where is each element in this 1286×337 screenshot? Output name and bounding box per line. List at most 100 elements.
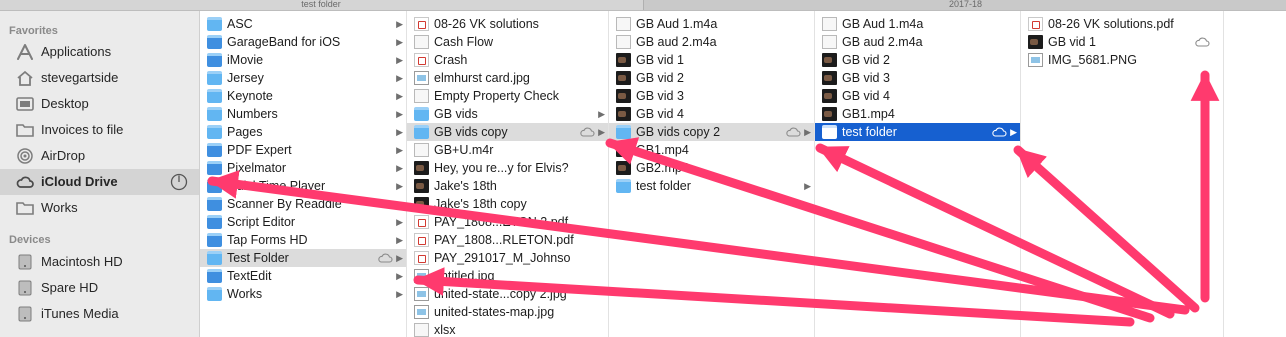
list-item[interactable]: GB vids ▶: [407, 105, 608, 123]
list-item[interactable]: GB vid 1: [1021, 33, 1223, 51]
app-folder-icon: [207, 161, 222, 175]
list-item[interactable]: Empty Property Check: [407, 87, 608, 105]
icloud-cloud-icon[interactable]: [1194, 36, 1210, 47]
file-name: Numbers: [227, 107, 278, 121]
sidebar-item-works[interactable]: Works: [0, 195, 199, 221]
list-item[interactable]: GB2.mp4: [609, 159, 814, 177]
list-item[interactable]: PAY_1808...RLETON.pdf: [407, 231, 608, 249]
list-item[interactable]: Jake's 18th copy: [407, 195, 608, 213]
file-name: Test Folder: [227, 251, 289, 265]
list-item[interactable]: Pages ▶: [200, 123, 406, 141]
video-icon: [616, 107, 631, 121]
chevron-right-icon: ▶: [396, 271, 403, 281]
list-item[interactable]: xlsx: [407, 321, 608, 337]
icloud-cloud-icon[interactable]: [991, 126, 1007, 137]
home-icon: [17, 70, 33, 86]
list-item[interactable]: united-state...copy 2.jpg: [407, 285, 608, 303]
folder-icon: [207, 71, 222, 85]
file-name: IMG_5681.PNG: [1048, 53, 1137, 67]
file-name: GarageBand for iOS: [227, 35, 341, 49]
list-item[interactable]: GB vid 4: [609, 105, 814, 123]
icloud-cloud-icon[interactable]: [579, 126, 595, 137]
list-item[interactable]: Keynote ▶: [200, 87, 406, 105]
tab-test-folder[interactable]: test folder: [0, 0, 642, 10]
list-item[interactable]: test folder ▶: [609, 177, 814, 195]
list-item[interactable]: GB vid 3: [609, 87, 814, 105]
list-item[interactable]: Jake's 18th: [407, 177, 608, 195]
sidebar-item-itunes-media[interactable]: iTunes Media: [0, 301, 199, 327]
app-folder-icon: [207, 233, 222, 247]
file-name: iMovie: [227, 53, 264, 67]
list-item[interactable]: GB vid 4: [815, 87, 1020, 105]
sidebar-item-applications[interactable]: Applications: [0, 39, 199, 65]
pdf-icon: [1028, 17, 1043, 31]
list-item[interactable]: GarageBand for iOS ▶: [200, 33, 406, 51]
list-item[interactable]: PAY_1808...ETON 2.pdf: [407, 213, 608, 231]
list-item[interactable]: Works ▶: [200, 285, 406, 303]
list-item[interactable]: GB+U.m4r: [407, 141, 608, 159]
file-name: GB vid 1: [1048, 35, 1096, 49]
audio-file-icon: [822, 35, 837, 49]
list-item[interactable]: GB1.mp4: [609, 141, 814, 159]
video-icon: [414, 161, 429, 175]
sidebar-item-desktop[interactable]: Desktop: [0, 91, 199, 117]
file-name: Hey, you re...y for Elvis?: [434, 161, 569, 175]
list-item[interactable]: ASC ▶: [200, 15, 406, 33]
list-item[interactable]: Numbers ▶: [200, 105, 406, 123]
list-item[interactable]: IMG_5681.PNG: [1021, 51, 1223, 69]
sidebar-item-airdrop[interactable]: AirDrop: [0, 143, 199, 169]
list-item[interactable]: QuickTime Player ▶: [200, 177, 406, 195]
app-folder-icon: [207, 179, 222, 193]
list-item[interactable]: PDF Expert ▶: [200, 141, 406, 159]
list-item[interactable]: Scanner By Readdle ▶: [200, 195, 406, 213]
document-icon: [414, 35, 429, 49]
sidebar-item-label: Macintosh HD: [41, 254, 123, 269]
hard-drive-icon: [18, 306, 32, 322]
list-item[interactable]: GB vid 2: [815, 51, 1020, 69]
list-item[interactable]: test folder ▶: [815, 123, 1020, 141]
tab-2017-18[interactable]: 2017-18: [643, 0, 1286, 10]
sidebar-item-stevegartside[interactable]: stevegartside: [0, 65, 199, 91]
sidebar-item-icloud-drive[interactable]: iCloud Drive: [0, 169, 199, 195]
sidebar-item-spare-hd[interactable]: Spare HD: [0, 275, 199, 301]
list-item[interactable]: GB vid 1: [609, 51, 814, 69]
icloud-cloud-icon[interactable]: [785, 126, 801, 137]
column-5: 08-26 VK solutions.pdf GB vid 1 IMG_5681.P…: [1021, 11, 1224, 337]
list-item[interactable]: GB aud 2.m4a: [609, 33, 814, 51]
airdrop-icon: [17, 148, 33, 164]
sidebar-item-invoices-to-file[interactable]: Invoices to file: [0, 117, 199, 143]
list-item[interactable]: TextEdit ▶: [200, 267, 406, 285]
list-item[interactable]: PAY_291017_M_Johnso: [407, 249, 608, 267]
list-item[interactable]: GB aud 2.m4a: [815, 33, 1020, 51]
sidebar-item-macintosh-hd[interactable]: Macintosh HD: [0, 249, 199, 275]
list-item[interactable]: GB vid 2: [609, 69, 814, 87]
list-item[interactable]: elmhurst card.jpg: [407, 69, 608, 87]
list-item[interactable]: iMovie ▶: [200, 51, 406, 69]
list-item[interactable]: Test Folder ▶: [200, 249, 406, 267]
chevron-right-icon: ▶: [396, 163, 403, 173]
list-item[interactable]: GB1.mp4: [815, 105, 1020, 123]
list-item[interactable]: 08-26 VK solutions: [407, 15, 608, 33]
list-item[interactable]: GB vids copy ▶: [407, 123, 608, 141]
list-item[interactable]: Script Editor ▶: [200, 213, 406, 231]
list-item[interactable]: Jersey ▶: [200, 69, 406, 87]
progress-indicator-icon: [170, 173, 188, 191]
list-item[interactable]: Cash Flow: [407, 33, 608, 51]
list-item[interactable]: GB Aud 1.m4a: [609, 15, 814, 33]
folder-icon: [616, 125, 631, 139]
image-icon: [414, 71, 429, 85]
column-1: ASC ▶ GarageBand for iOS ▶ iMovie ▶ Jersey ▶ Key…: [200, 11, 407, 337]
list-item[interactable]: GB vids copy 2 ▶: [609, 123, 814, 141]
list-item[interactable]: Hey, you re...y for Elvis?: [407, 159, 608, 177]
file-name: Script Editor: [227, 215, 296, 229]
list-item[interactable]: Tap Forms HD ▶: [200, 231, 406, 249]
list-item[interactable]: united-states-map.jpg: [407, 303, 608, 321]
desktop-folder-icon: [16, 97, 34, 111]
list-item[interactable]: GB Aud 1.m4a: [815, 15, 1020, 33]
icloud-cloud-icon[interactable]: [377, 252, 393, 263]
list-item[interactable]: 08-26 VK solutions.pdf: [1021, 15, 1223, 33]
list-item[interactable]: untitled.jpg: [407, 267, 608, 285]
list-item[interactable]: Pixelmator ▶: [200, 159, 406, 177]
list-item[interactable]: GB vid 3: [815, 69, 1020, 87]
list-item[interactable]: Crash: [407, 51, 608, 69]
